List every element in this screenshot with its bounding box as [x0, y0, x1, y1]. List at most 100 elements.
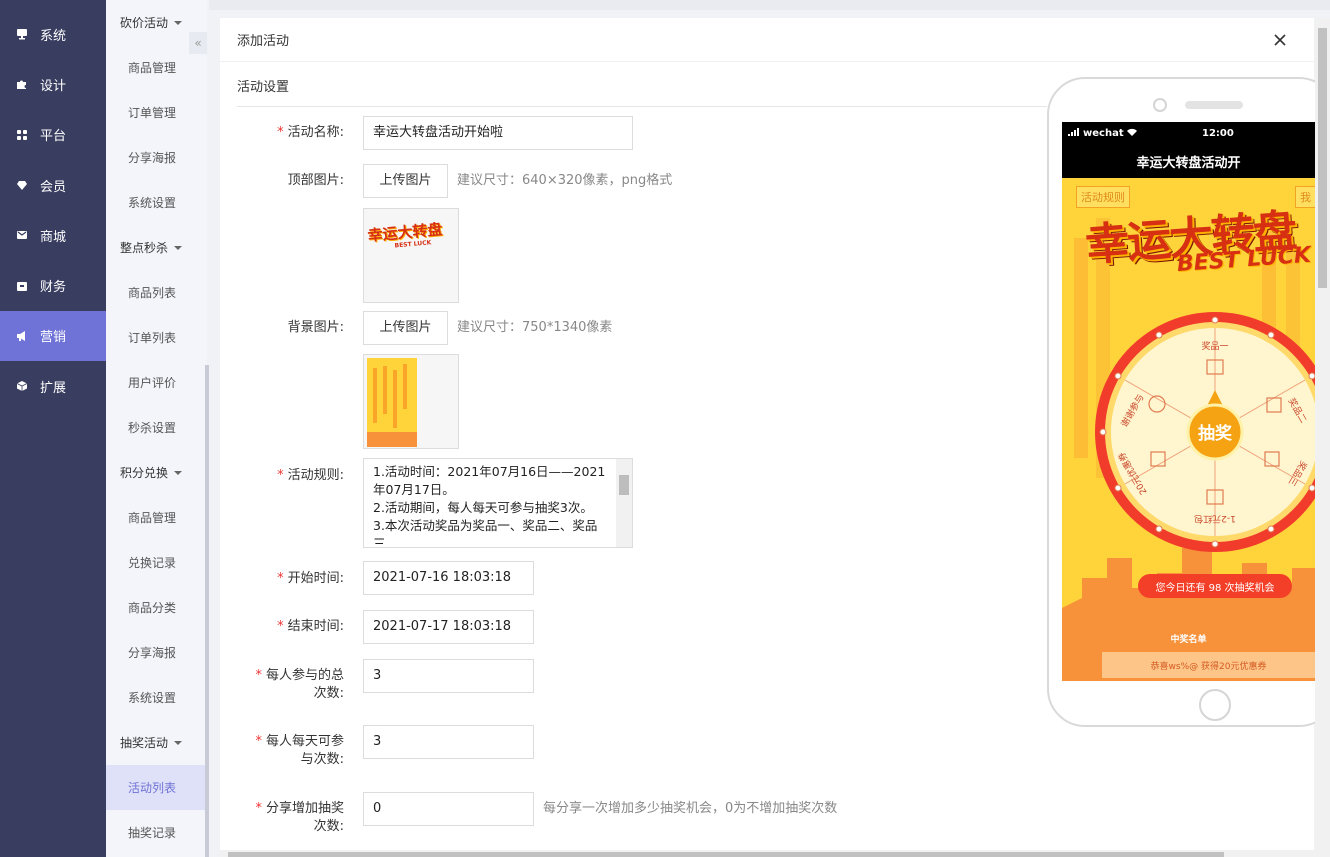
rules-line: 三 — [373, 536, 386, 548]
activity-rules-tag[interactable]: 活动规则 — [1076, 186, 1130, 208]
page-scroll-thumb[interactable] — [1318, 28, 1327, 288]
submenu-item[interactable]: 订单列表 — [106, 315, 207, 360]
group-label: 整点秒杀 — [120, 241, 169, 255]
nav-item-extend[interactable]: 扩展 — [0, 361, 106, 411]
nav-label: 营销 — [40, 330, 67, 346]
submenu-item[interactable]: 订单管理 — [106, 90, 207, 135]
segment-label: 1-2元红包 — [1194, 513, 1236, 525]
submenu-item[interactable]: 抽奖记录 — [106, 810, 207, 855]
chances-remaining: 您今日还有 98 次抽奖机会 — [1138, 574, 1292, 598]
top-image-hint: 建议尺寸：640×320像素，png格式 — [457, 173, 673, 188]
required-mark: * — [277, 125, 284, 140]
diamond-icon — [16, 179, 28, 191]
nav-item-platform[interactable]: 平台 — [0, 110, 106, 160]
required-mark: * — [255, 668, 262, 683]
caret-down-icon — [174, 245, 183, 250]
bg-image-hint: 建议尺寸：750*1340像素 — [457, 320, 613, 335]
section-title: 活动设置 — [237, 80, 290, 95]
phone-camera — [1153, 98, 1167, 112]
submenu-group-points[interactable]: 积分兑换 — [106, 450, 207, 495]
cube-icon — [16, 380, 28, 392]
main-nav: 系统 设计 平台 会员 商城 财务 营销 扩展 — [0, 0, 106, 857]
submenu-item[interactable]: 用户评价 — [106, 360, 207, 405]
submenu-item[interactable]: 分享海报 — [106, 135, 207, 180]
submenu-item[interactable]: 秒杀设置 — [106, 405, 207, 450]
submenu-item[interactable]: 系统设置 — [106, 180, 207, 225]
lottery-wheel[interactable]: 奖品一 奖品二 奖品三 1-2元红包 20元优惠券 谢谢参与 抽奖 — [1095, 312, 1315, 552]
carrier: wechat — [1083, 127, 1124, 139]
panel-title: 添加活动 — [220, 18, 1314, 62]
upload-bg-image-button[interactable]: 上传图片 — [363, 311, 448, 345]
required-mark: * — [277, 619, 284, 634]
total-times-input[interactable]: 3 — [363, 659, 534, 693]
phone-preview: wechat 12:00 幸运大转盘活动开 活动规则 我 幸运大转盘 BEST … — [1047, 77, 1330, 727]
close-icon[interactable] — [1272, 32, 1288, 48]
collapse-sidebar-button[interactable]: « — [189, 32, 207, 54]
end-time-input[interactable]: 2021-07-17 18:03:18 — [363, 610, 534, 644]
daily-times-label: * 每人每天可参 与次数: — [255, 734, 344, 767]
nav-item-system[interactable]: 系统 — [0, 9, 106, 59]
rules-textarea[interactable]: 1.活动时间：2021年07月16日——2021 年07月17日。 2.活动期间… — [363, 458, 633, 548]
caret-down-icon — [174, 20, 183, 25]
phone-status-bar: wechat 12:00 — [1062, 122, 1315, 144]
submenu-group-seckill[interactable]: 整点秒杀 — [106, 225, 207, 270]
start-time-label: * 开始时间: — [277, 571, 344, 586]
top-image-label: 顶部图片: — [287, 173, 344, 188]
banner-logo-thumb: 幸运大转盘 BEST LUCK — [366, 220, 444, 250]
submenu-item[interactable]: 分享海报 — [106, 630, 207, 675]
winners-title: 中奖名单 — [1170, 635, 1207, 645]
nav-label: 系统 — [40, 28, 67, 44]
nav-item-design[interactable]: 设计 — [0, 59, 106, 109]
wallet-icon — [16, 280, 28, 292]
upload-top-image-button[interactable]: 上传图片 — [363, 164, 448, 198]
nav-label: 财务 — [40, 280, 67, 296]
monitor-icon — [16, 28, 28, 40]
section-divider — [237, 106, 1047, 107]
top-image-thumbnail[interactable]: 幸运大转盘 BEST LUCK — [363, 208, 459, 303]
signal-icon — [1068, 127, 1080, 139]
activity-name-input[interactable]: 幸运大转盘活动开始啦 — [363, 116, 633, 150]
nav-label: 商城 — [40, 229, 67, 245]
end-time-label: * 结束时间: — [277, 619, 344, 634]
my-prizes-tag[interactable]: 我 — [1295, 186, 1315, 208]
rules-line: 1.活动时间：2021年07月16日——2021 — [373, 464, 606, 479]
nav-label: 设计 — [40, 78, 67, 94]
group-label: 积分兑换 — [120, 466, 169, 480]
nav-item-member[interactable]: 会员 — [0, 160, 106, 210]
submenu-item[interactable]: 商品管理 — [106, 495, 207, 540]
rules-line: 年07月17日。 — [373, 482, 455, 497]
submenu-group-lottery[interactable]: 抽奖活动 — [106, 720, 207, 765]
group-label: 砍价活动 — [120, 16, 169, 30]
caret-down-icon — [174, 470, 183, 475]
share-times-hint: 每分享一次增加多少抽奖机会，0为不增加抽奖次数 — [543, 801, 838, 816]
start-time-input[interactable]: 2021-07-16 18:03:18 — [363, 561, 534, 595]
rules-line: 2.活动期间，每人每天可参与抽奖3次。 — [373, 500, 593, 515]
submenu-item[interactable]: 商品列表 — [106, 270, 207, 315]
horizontal-scrollbar[interactable] — [220, 850, 1314, 857]
daily-times-input[interactable]: 3 — [363, 725, 534, 759]
top-bar — [209, 0, 1330, 10]
megaphone-icon — [16, 330, 28, 342]
bg-preview-art — [367, 358, 417, 447]
nav-item-mall[interactable]: 商城 — [0, 210, 106, 260]
submenu-item-activity-list[interactable]: 活动列表 — [106, 765, 207, 810]
rules-line: 3.本次活动奖品为奖品一、奖品二、奖品 — [373, 518, 598, 533]
page-scrollbar[interactable] — [1315, 18, 1330, 857]
textarea-scrollbar[interactable] — [616, 459, 632, 547]
nav-label: 会员 — [40, 179, 67, 195]
sub-menu: 砍价活动 商品管理 订单管理 分享海报 系统设置 整点秒杀 商品列表 订单列表 … — [106, 0, 207, 857]
bg-image-thumbnail[interactable] — [363, 354, 459, 449]
nav-item-finance[interactable]: 财务 — [0, 260, 106, 310]
grid-icon — [16, 129, 28, 141]
submenu-item[interactable]: 兑换记录 — [106, 540, 207, 585]
submenu-item[interactable]: 系统设置 — [106, 675, 207, 720]
bg-image-label: 背景图片: — [287, 320, 344, 335]
horizontal-scroll-thumb[interactable] — [228, 852, 1224, 857]
submenu-item[interactable]: 商品分类 — [106, 585, 207, 630]
share-times-input[interactable]: 0 — [363, 792, 534, 826]
submenu-scrollbar[interactable] — [205, 365, 209, 857]
phone-home-button — [1199, 689, 1231, 721]
nav-item-marketing[interactable]: 营销 — [0, 310, 106, 362]
wifi-icon — [1126, 128, 1137, 139]
required-mark: * — [277, 571, 284, 586]
